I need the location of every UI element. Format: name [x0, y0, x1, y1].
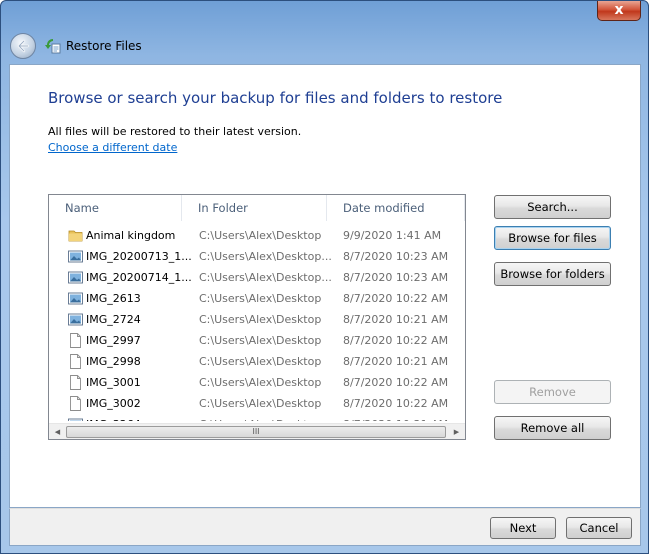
cancel-button[interactable]: Cancel — [566, 517, 632, 539]
file-name: IMG_3002 — [86, 397, 141, 410]
browse-folders-button[interactable]: Browse for folders — [494, 262, 611, 286]
horizontal-scroll-thumb[interactable]: III — [66, 426, 446, 438]
file-name: IMG_3001 — [86, 376, 141, 389]
search-button[interactable]: Search... — [494, 195, 611, 219]
remove-all-button[interactable]: Remove all — [494, 416, 611, 440]
file-folder: C:\Users\Alex\Desktop — [199, 355, 322, 368]
file-name: IMG_2998 — [86, 355, 141, 368]
file-row[interactable]: IMG_3001 C:\Users\Alex\Desktop 8/7/2020 10… — [49, 372, 465, 393]
horizontal-scrollbar[interactable]: ◀ III ▶ — [49, 423, 465, 439]
file-date-modified: 8/7/2020 10:22 AM — [343, 376, 449, 389]
file-name: Animal kingdom — [86, 229, 176, 242]
remove-button[interactable]: Remove — [494, 380, 611, 404]
close-button[interactable]: x — [597, 1, 641, 21]
file-name: IMG_20200713_1... — [86, 250, 192, 263]
file-folder: C:\Users\Alex\Desktop — [199, 376, 322, 389]
file-folder: C:\Users\Alex\Desktop — [199, 414, 337, 421]
scrollbar-corner — [465, 423, 466, 440]
file-folder: C:\Users\Alex\Desktop... — [199, 271, 332, 284]
file-name: IMG_2997 — [86, 334, 141, 347]
image-file-icon — [68, 312, 83, 327]
file-folder: C:\Users\Alex\Desktop — [199, 229, 322, 242]
next-button[interactable]: Next — [490, 517, 556, 539]
file-folder: C:\Users\Alex\Desktop — [199, 334, 322, 347]
file-folder: C:\Users\Alex\Desktop — [199, 313, 322, 326]
file-rows: Animal kingdom C:\Users\Alex\Desktop 9/9/2… — [49, 225, 465, 421]
file-folder: C:\Users\Alex\Desktop — [199, 292, 322, 305]
file-row[interactable]: IMG_3002 C:\Users\Alex\Desktop 8/7/2020 10… — [49, 393, 465, 414]
file-icon — [68, 375, 83, 390]
file-folder: C:\Users\Alex\Desktop... — [199, 250, 332, 263]
scroll-left-arrow-icon[interactable]: ◀ — [49, 424, 66, 439]
file-name: IMG_2613 — [86, 292, 141, 305]
column-header-name[interactable]: Name — [49, 195, 182, 221]
column-header-folder[interactable]: In Folder — [182, 195, 327, 221]
file-date-modified: 8/7/2020 10:21 AM — [343, 414, 465, 421]
file-date-modified: 8/7/2020 10:22 AM — [343, 292, 449, 305]
image-file-icon — [68, 249, 83, 264]
browse-files-button[interactable]: Browse for files — [494, 226, 611, 250]
file-icon — [68, 396, 83, 411]
column-header-date[interactable]: Date modified — [327, 195, 465, 221]
restore-files-icon — [45, 39, 61, 54]
image-file-icon — [68, 417, 83, 421]
file-date-modified: 8/7/2020 10:22 AM — [343, 397, 449, 410]
restore-files-window: x Restore Files Browse or search your ba… — [0, 0, 649, 554]
file-date-modified: 9/9/2020 1:41 AM — [343, 229, 442, 242]
back-arrow-icon — [17, 39, 30, 53]
page-heading: Browse or search your backup for files a… — [48, 89, 503, 107]
file-row[interactable]: IMG_2997 C:\Users\Alex\Desktop 8/7/2020 10… — [49, 330, 465, 351]
file-folder: C:\Users\Alex\Desktop — [199, 397, 322, 410]
restore-info-text: All files will be restored to their late… — [48, 125, 302, 138]
choose-date-link[interactable]: Choose a different date — [48, 141, 177, 154]
column-headers: Name In Folder Date modified — [49, 195, 465, 221]
file-date-modified: 8/7/2020 10:23 AM — [343, 271, 449, 284]
file-row[interactable]: IMG_2613 C:\Users\Alex\Desktop 8/7/2020 10… — [49, 288, 465, 309]
folder-icon — [68, 228, 83, 243]
file-row[interactable]: Animal kingdom C:\Users\Alex\Desktop 9/9/2… — [49, 225, 465, 246]
vertical-scrollbar[interactable]: ▲ ▼ — [465, 195, 466, 423]
file-row[interactable]: IMG_3264C:\Users\Alex\Desktop 8/7/2020 10… — [49, 414, 465, 421]
file-name: IMG_20200714_1... — [86, 271, 192, 284]
title-bar: Restore Files — [9, 31, 609, 61]
file-row[interactable]: IMG_2724 C:\Users\Alex\Desktop 8/7/2020 10… — [49, 309, 465, 330]
window-title: Restore Files — [66, 39, 142, 53]
image-file-icon — [68, 270, 83, 285]
content-area: Browse or search your backup for files a… — [9, 64, 641, 508]
scroll-right-arrow-icon[interactable]: ▶ — [448, 424, 465, 439]
back-button[interactable] — [10, 33, 36, 59]
file-icon — [68, 333, 83, 348]
file-icon — [68, 354, 83, 369]
file-name: IMG_3264 — [86, 414, 196, 421]
file-name: IMG_2724 — [86, 313, 141, 326]
file-row[interactable]: IMG_2998 C:\Users\Alex\Desktop 8/7/2020 10… — [49, 351, 465, 372]
image-file-icon — [68, 291, 83, 306]
file-date-modified: 8/7/2020 10:21 AM — [343, 355, 449, 368]
file-date-modified: 8/7/2020 10:21 AM — [343, 313, 449, 326]
file-list[interactable]: Name In Folder Date modified Animal king… — [48, 194, 466, 440]
file-date-modified: 8/7/2020 10:23 AM — [343, 250, 449, 263]
footer-bar: Next Cancel — [9, 508, 641, 546]
file-date-modified: 8/7/2020 10:22 AM — [343, 334, 449, 347]
file-row[interactable]: IMG_20200713_1... C:\Users\Alex\Desktop..… — [49, 246, 465, 267]
file-row[interactable]: IMG_20200714_1... C:\Users\Alex\Desktop..… — [49, 267, 465, 288]
